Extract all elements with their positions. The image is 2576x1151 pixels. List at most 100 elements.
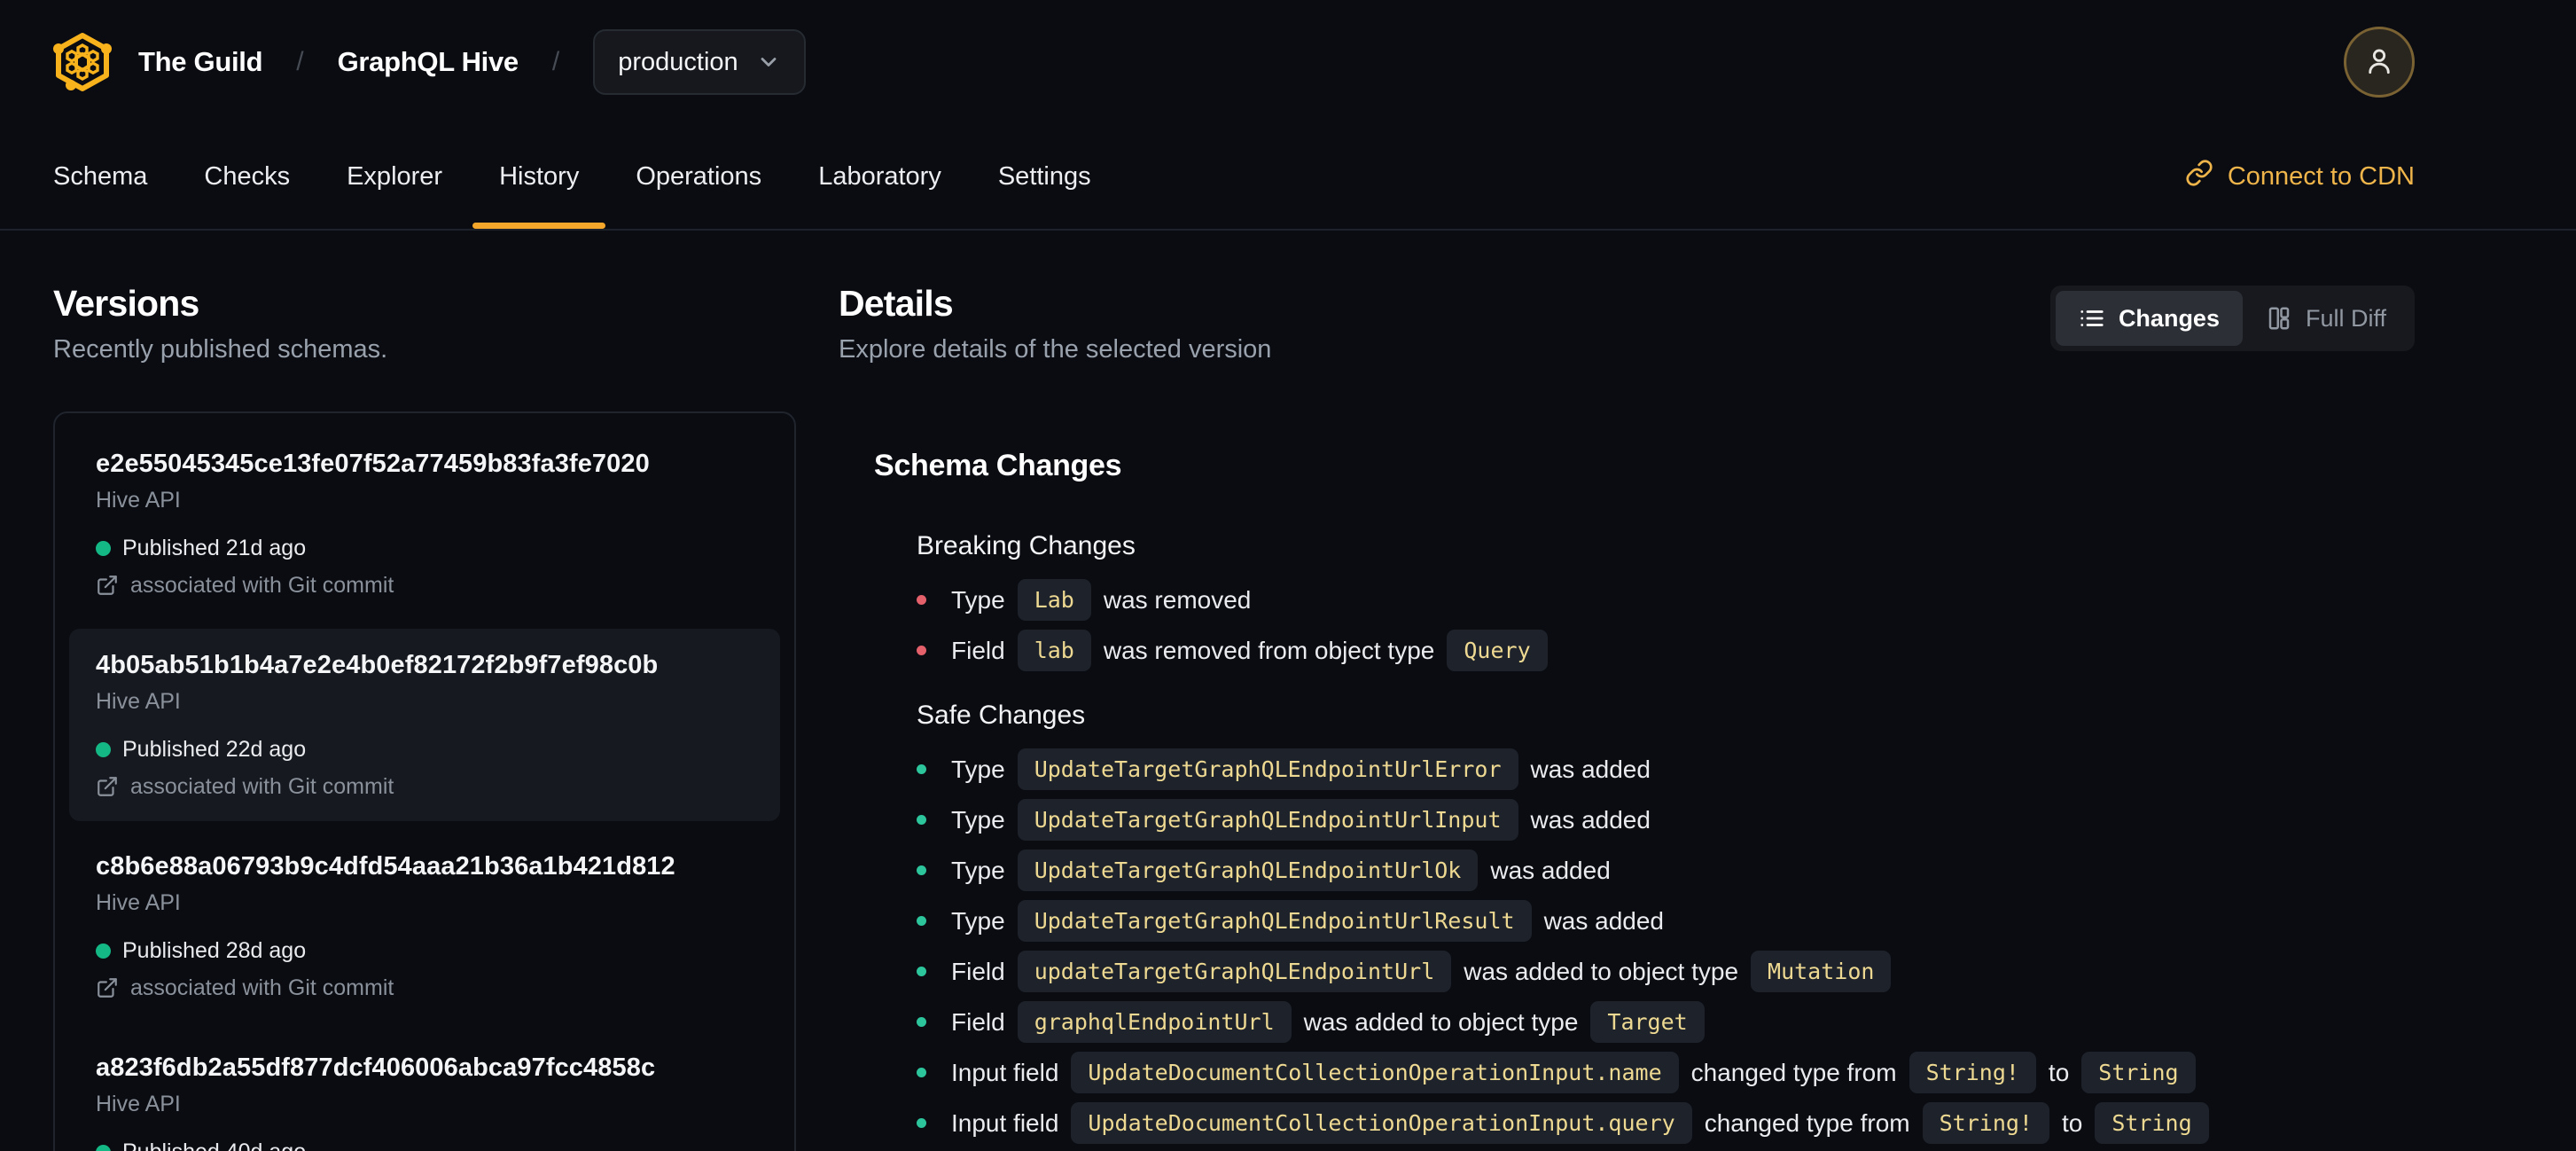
external-link-icon <box>96 976 119 999</box>
version-git-link[interactable]: associated with Git commit <box>96 572 753 599</box>
tab-settings[interactable]: Settings <box>998 124 1091 229</box>
details-title: Details <box>839 283 954 324</box>
breadcrumb-org[interactable]: The Guild <box>138 46 263 78</box>
full-diff-view-button[interactable]: Full Diff <box>2243 291 2409 346</box>
published-dot-icon <box>96 943 111 959</box>
version-status: Published 28d ago <box>96 937 753 964</box>
version-status: Published 22d ago <box>96 736 753 763</box>
app-root: The Guild / GraphQL Hive / production Sc… <box>0 0 2576 1151</box>
versions-title: Versions <box>53 283 199 324</box>
change-text: changed type from <box>1690 1058 1897 1086</box>
external-link-icon <box>96 775 119 798</box>
bullet-dot <box>917 865 926 875</box>
change-text: was added to object type <box>1464 957 1739 985</box>
tab-operations[interactable]: Operations <box>636 124 761 229</box>
bullet-dot <box>917 1017 926 1027</box>
code-badge: UpdateDocumentCollectionOperationInput.q… <box>1071 1102 1692 1144</box>
changes-view-button[interactable]: Changes <box>2055 291 2243 346</box>
tab-label: History <box>499 161 580 191</box>
code-badge: String <box>2081 1052 2196 1093</box>
version-service-name: Hive API <box>96 689 181 714</box>
change-item: Type UpdateTargetGraphQLEndpointUrlResult… <box>917 896 2415 946</box>
version-item[interactable]: c8b6e88a06793b9c4dfd54aaa21b36a1b421d812… <box>69 830 780 1022</box>
version-hash: 4b05ab51b1b4a7e2e4b0ef82172f2b9f7ef98c0b <box>96 651 659 679</box>
tab-history[interactable]: History <box>472 124 606 229</box>
change-item: Type UpdateTargetGraphQLEndpointUrlError w… <box>917 744 2415 795</box>
change-text: was removed from object type <box>1103 636 1435 664</box>
details-header: Details Explore details of the selected … <box>839 282 2415 364</box>
published-label: Published 22d ago <box>122 737 307 762</box>
code-badge: UpdateTargetGraphQLEndpointUrlOk <box>1017 850 1479 891</box>
version-item[interactable]: 4b05ab51b1b4a7e2e4b0ef82172f2b9f7ef98c0b… <box>69 629 780 821</box>
bullet-dot <box>917 764 926 774</box>
git-commit-label: associated with Git commit <box>130 573 394 598</box>
section-heading: Breaking Changes <box>917 531 1136 560</box>
bullet-dot <box>917 967 926 976</box>
code-badge: Target <box>1590 1001 1705 1043</box>
version-status: Published 40d ago <box>96 1139 753 1151</box>
version-git-link[interactable]: associated with Git commit <box>96 975 753 1001</box>
change-item: Field lab was removed from object type Quer… <box>917 625 2415 676</box>
bullet-dot <box>917 595 926 605</box>
version-list: e2e55045345ce13fe07f52a77459b83fa3fe7020… <box>53 411 796 1151</box>
change-item: Type UpdateTargetGraphQLEndpointUrlOk was … <box>917 845 2415 896</box>
change-text: was removed <box>1103 585 1252 614</box>
code-badge: String! <box>1909 1052 2036 1093</box>
view-toggle: Changes Full Diff <box>2049 286 2415 351</box>
tab-label: Checks <box>204 161 291 191</box>
change-text: Field <box>951 636 1005 664</box>
tab-label: Operations <box>636 161 762 191</box>
tab-checks[interactable]: Checks <box>204 124 290 229</box>
version-git-link[interactable]: associated with Git commit <box>96 773 753 800</box>
external-link-icon <box>96 574 119 597</box>
split-panel-icon <box>2266 305 2292 332</box>
breadcrumb-project[interactable]: GraphQL Hive <box>338 46 519 78</box>
change-text: changed type from <box>1704 1108 1910 1137</box>
details-header-text: Details Explore details of the selected … <box>839 282 1271 364</box>
version-item[interactable]: e2e55045345ce13fe07f52a77459b83fa3fe7020… <box>69 427 780 620</box>
change-text: was added <box>1490 856 1611 884</box>
change-text: Type <box>951 585 1005 614</box>
change-text: Type <box>951 805 1005 834</box>
version-service-name: Hive API <box>96 1092 181 1116</box>
hive-logo-icon[interactable] <box>53 31 112 93</box>
change-text: Type <box>951 906 1005 935</box>
tab-schema[interactable]: Schema <box>53 124 147 229</box>
change-text: to <box>2048 1058 2070 1086</box>
change-text: was added <box>1530 755 1651 783</box>
active-tab-underline <box>472 223 606 229</box>
nav-tabs: Schema Checks Explorer History Operations Lab… <box>53 124 1091 229</box>
list-icon <box>2079 305 2105 332</box>
code-badge: String! <box>1922 1102 2049 1144</box>
schema-changes-title: Schema Changes <box>874 449 1122 482</box>
code-badge: lab <box>1017 630 1091 671</box>
version-item[interactable]: a823f6db2a55df877dcf406006abca97fcc4858c… <box>69 1031 780 1151</box>
breadcrumb-separator: / <box>296 47 304 76</box>
target-selector-dropdown[interactable]: production <box>593 29 806 95</box>
tab-explorer[interactable]: Explorer <box>347 124 442 229</box>
code-badge: graphqlEndpointUrl <box>1017 1001 1292 1043</box>
change-item: Field graphqlEndpointUrl was added to obje… <box>917 997 2415 1047</box>
code-badge: UpdateTargetGraphQLEndpointUrlResult <box>1017 900 1532 942</box>
code-badge: Lab <box>1017 579 1091 621</box>
bullet-dot <box>917 1068 926 1077</box>
tab-label: Laboratory <box>818 161 941 191</box>
change-text: Type <box>951 755 1005 783</box>
git-commit-label: associated with Git commit <box>130 774 394 799</box>
version-service-name: Hive API <box>96 488 181 513</box>
change-text: Field <box>951 957 1005 985</box>
main-nav: Schema Checks Explorer History Operations Lab… <box>0 124 2576 231</box>
top-bar: The Guild / GraphQL Hive / production <box>0 0 2576 124</box>
change-item: Type Lab was removed <box>917 575 2415 625</box>
tab-laboratory[interactable]: Laboratory <box>818 124 941 229</box>
change-rows: Type Lab was removed Field lab was removed fr… <box>917 575 2415 676</box>
change-text: Input field <box>951 1108 1059 1137</box>
version-hash: c8b6e88a06793b9c4dfd54aaa21b36a1b421d812 <box>96 852 675 881</box>
published-dot-icon <box>96 1144 111 1151</box>
connect-cdn-label: Connect to CDN <box>2227 161 2415 191</box>
person-icon <box>2362 44 2396 81</box>
user-avatar-button[interactable] <box>2344 27 2415 98</box>
connect-cdn-button[interactable]: Connect to CDN <box>2185 124 2415 229</box>
code-badge: updateTargetGraphQLEndpointUrl <box>1017 951 1452 992</box>
change-rows: Type UpdateTargetGraphQLEndpointUrlError w… <box>917 744 2415 1148</box>
